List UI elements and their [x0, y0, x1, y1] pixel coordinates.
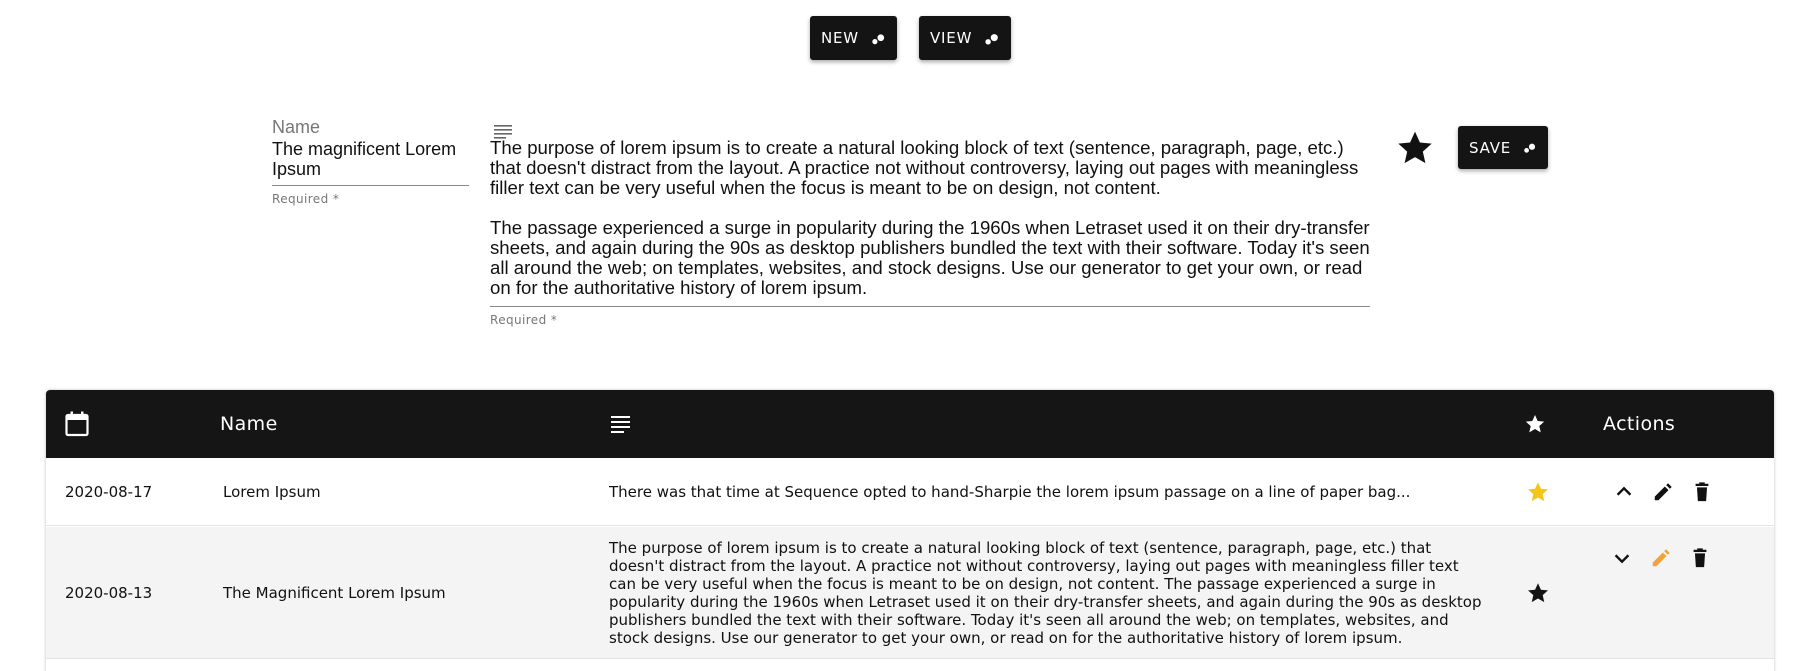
chevron-up-icon[interactable] — [1613, 481, 1635, 503]
row-name: Lorem Ipsum — [223, 483, 321, 501]
edit-icon[interactable] — [1652, 481, 1674, 503]
favorite-column-header[interactable] — [1524, 390, 1546, 458]
description-textarea[interactable]: The purpose of lorem ipsum is to create … — [490, 138, 1370, 307]
table-row[interactable]: 2020-08-17 Lorem Ipsum There was that ti… — [46, 458, 1774, 526]
new-button-label: NEW — [821, 29, 859, 47]
name-helper-text: Required * — [272, 192, 340, 206]
date-column-header[interactable] — [65, 390, 89, 458]
entries-table: Name Actions 2020-08-17 Lorem Ipsum Ther… — [46, 390, 1774, 671]
row-description: There was that time at Sequence opted to… — [609, 483, 1411, 501]
row-description: The purpose of lorem ipsum is to create … — [609, 539, 1482, 647]
delete-icon[interactable] — [1689, 547, 1711, 569]
new-button[interactable]: NEW — [810, 16, 897, 60]
calendar-icon — [65, 411, 89, 437]
save-button[interactable]: SAVE — [1458, 126, 1548, 169]
name-field[interactable]: Name The magnificent Lorem Ipsum Require… — [272, 116, 469, 206]
view-button-label: VIEW — [930, 29, 973, 47]
chevron-down-icon[interactable] — [1611, 547, 1633, 569]
name-column-header[interactable]: Name — [220, 390, 278, 458]
table-header: Name Actions — [46, 390, 1774, 458]
favorite-star-icon[interactable] — [1526, 581, 1550, 605]
description-helper-text: Required * — [490, 313, 558, 327]
save-button-label: SAVE — [1469, 138, 1512, 157]
description-paragraph: The purpose of lorem ipsum is to create … — [490, 137, 1359, 198]
notes-icon — [611, 415, 630, 433]
description-column-header[interactable] — [611, 390, 631, 458]
name-label: Name — [272, 117, 321, 137]
row-name: The Magnificent Lorem Ipsum — [223, 584, 446, 602]
table-row[interactable]: 2020-08-13 The Magnificent Lorem Ipsum T… — [46, 527, 1774, 659]
description-paragraph: The passage experienced a surge in popul… — [490, 217, 1370, 298]
delete-icon[interactable] — [1691, 481, 1713, 503]
bubbles-icon — [985, 33, 999, 45]
view-button[interactable]: VIEW — [919, 16, 1011, 60]
description-field[interactable]: The purpose of lorem ipsum is to create … — [490, 138, 1370, 327]
row-date: 2020-08-17 — [65, 483, 153, 501]
row-date: 2020-08-13 — [65, 584, 153, 602]
star-icon — [1525, 415, 1545, 433]
name-input[interactable]: The magnificent Lorem Ipsum — [272, 139, 469, 186]
favorite-star-icon[interactable] — [1395, 128, 1435, 168]
bubbles-icon — [872, 33, 885, 44]
bubbles-icon — [1524, 143, 1536, 153]
favorite-star-icon[interactable] — [1526, 480, 1550, 504]
actions-column-header: Actions — [1603, 413, 1676, 435]
edit-icon[interactable] — [1650, 547, 1672, 569]
